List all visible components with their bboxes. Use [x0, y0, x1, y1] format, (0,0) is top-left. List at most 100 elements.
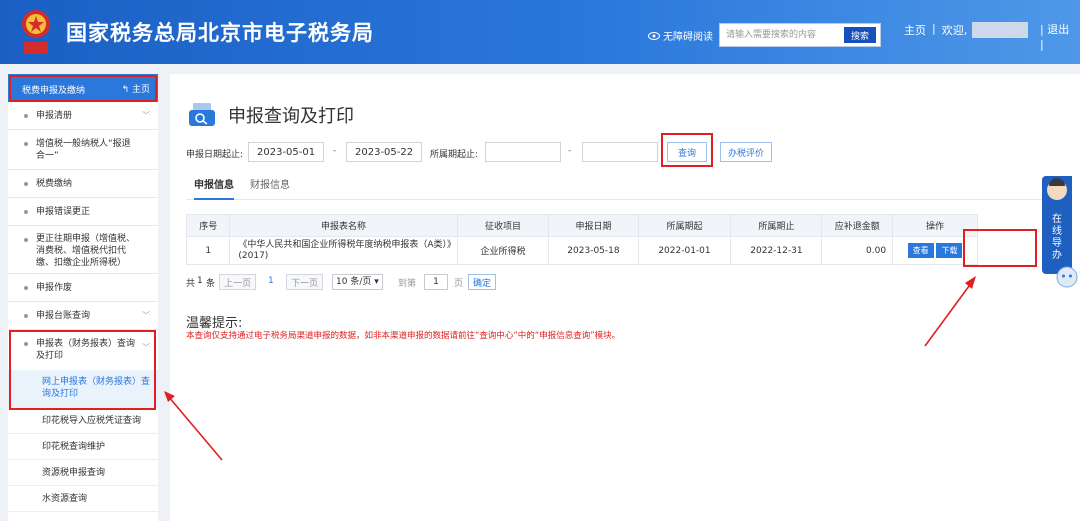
sidebar-subitem-label: 水资源查询 — [42, 494, 88, 504]
goto-page-input[interactable]: 1 — [424, 274, 448, 290]
cell-tax-item: 企业所得税 — [456, 236, 550, 265]
pager-total-suffix: 条 — [206, 279, 216, 289]
separator: | — [932, 22, 936, 35]
sidebar-subitem-label: 印花税导入应税凭证查询 — [42, 416, 142, 426]
pager-total: 1 — [197, 276, 203, 286]
accessibility-label: 无障碍阅读 — [663, 32, 713, 43]
bullet-icon — [24, 142, 28, 146]
annotation-box-sidebar-report — [9, 330, 156, 410]
sidebar-subitem-label: 印花税查询维护 — [42, 442, 106, 452]
site-title: 国家税务总局北京市电子税务局 — [66, 21, 374, 45]
column-header: 征收项目 — [456, 214, 550, 237]
cell-report-name: 《中华人民共和国企业所得税年度纳税申报表（A类）》(2017) — [229, 236, 458, 265]
filter-bar: 申报日期起止: - 所属期起止: - 查询 办税评价 — [186, 142, 1076, 164]
goto-confirm-button[interactable]: 确定 — [468, 274, 497, 290]
tab-financial-info[interactable]: 财报信息 — [250, 178, 290, 200]
cell-amount: 0.00 — [821, 236, 894, 265]
current-page[interactable]: 1 — [268, 276, 274, 286]
sidebar-item-label: 更正往期申报（增值税、消费税、增值税代扣代缴、扣缴企业所得税） — [36, 234, 136, 268]
home-link[interactable]: 主页 — [904, 22, 926, 38]
chevron-down-icon: ﹀ — [142, 311, 150, 320]
page-unit-label: 页 — [454, 279, 464, 289]
date-end-input[interactable] — [346, 142, 422, 162]
next-page-button[interactable]: 下一页 — [286, 274, 324, 290]
sidebar-item-label: 申报清册 — [36, 111, 73, 121]
table-header-row: 序号 申报表名称 征收项目 申报日期 所属期起 所属期止 应补退金额 操作 — [185, 214, 978, 237]
prev-page-button[interactable]: 上一页 — [219, 274, 257, 290]
accessibility-link[interactable]: 无障碍阅读 — [648, 28, 713, 43]
cell-report-date: 2023-05-18 — [548, 236, 639, 265]
period-end-input[interactable] — [582, 142, 658, 162]
top-links: 主页 | 欢迎, — [904, 22, 967, 38]
period-range-label: 所属期起止: — [430, 150, 479, 160]
chevron-down-icon: ﹀ — [142, 111, 150, 120]
column-header: 应补退金额 — [821, 214, 894, 237]
online-guide-widget[interactable]: 在线导办 — [1042, 176, 1072, 274]
bullet-icon — [24, 238, 28, 242]
username-redacted — [972, 22, 1028, 38]
sidebar-item-declaration-list[interactable]: 申报清册 ﹀ — [8, 102, 158, 130]
sidebar-item-past-correction[interactable]: 更正往期申报（增值税、消费税、增值税代扣代缴、扣缴企业所得税） — [8, 226, 158, 274]
service-agent-icon — [1047, 178, 1067, 200]
sidebar-item-label: 申报台账查询 — [36, 311, 91, 321]
table-row: 1 《中华人民共和国企业所得税年度纳税申报表（A类）》(2017) 企业所得税 … — [185, 236, 978, 265]
pager-total-prefix: 共 — [186, 279, 196, 289]
bullet-icon — [24, 114, 28, 118]
page-size-select[interactable]: 10 条/页 ▾ — [332, 274, 383, 290]
separator: | — [1040, 23, 1044, 36]
main-panel: 申报查询及打印 申报日期起止: - 所属期起止: - 查询 办税评价 申报信息 … — [170, 74, 1080, 521]
tab-bar: 申报信息 财报信息 — [186, 178, 1066, 200]
annotation-box-query — [661, 133, 713, 167]
search-box: 搜索 — [719, 23, 881, 47]
cell-period-start: 2022-01-01 — [637, 236, 732, 265]
cell-index: 1 — [185, 236, 231, 265]
sidebar-item-label: 申报作废 — [36, 283, 73, 293]
separator: | — [1040, 38, 1044, 51]
period-start-input[interactable] — [485, 142, 561, 162]
page-size-value: 10 条/页 — [336, 277, 372, 287]
search-input[interactable] — [720, 24, 842, 46]
declaration-table: 序号 申报表名称 征收项目 申报日期 所属期起 所属期止 应补退金额 操作 1 … — [185, 214, 978, 265]
top-header: 国家税务总局北京市电子税务局 无障碍阅读 搜索 主页 | 欢迎, | 退出 | — [0, 0, 1080, 64]
search-document-icon — [189, 103, 215, 126]
download-button[interactable]: 下载 — [936, 243, 963, 258]
assistant-robot-icon[interactable] — [1054, 264, 1080, 288]
sidebar: 税费申报及缴纳 ↰ 主页 申报清册 ﹀ 增值税一般纳税人“报退合一” 税费缴纳 … — [8, 74, 158, 521]
column-header: 所属期起 — [637, 214, 732, 237]
cell-period-end: 2022-12-31 — [730, 236, 823, 265]
sidebar-item-error-correction[interactable]: 申报错误更正 — [8, 198, 158, 226]
sidebar-subitem-stamp-maintenance[interactable]: 印花税查询维护 — [8, 434, 158, 460]
date-range-label: 申报日期起止: — [186, 150, 244, 160]
logout-link[interactable]: 退出 — [1047, 23, 1069, 36]
annotation-box-sidebar-header — [9, 75, 157, 102]
bullet-icon — [24, 210, 28, 214]
tax-emblem-icon — [22, 10, 50, 54]
date-start-input[interactable] — [248, 142, 324, 162]
tab-declaration-info[interactable]: 申报信息 — [194, 178, 234, 200]
sidebar-item-tax-payment[interactable]: 税费缴纳 — [8, 170, 158, 198]
range-dash: - — [333, 146, 337, 156]
dropdown-arrow-icon: ▾ — [374, 277, 379, 287]
column-header: 申报表名称 — [229, 214, 458, 237]
view-button[interactable]: 查看 — [907, 243, 934, 258]
sidebar-item-label: 增值税一般纳税人“报退合一” — [36, 139, 131, 161]
sidebar-subitem-resource-tax[interactable]: 资源税申报查询 — [8, 460, 158, 486]
welcome-text: 欢迎, — [941, 24, 968, 37]
column-header: 申报日期 — [548, 214, 639, 237]
logout-area: | 退出 | — [1040, 22, 1069, 52]
bullet-icon — [24, 314, 28, 318]
column-header: 序号 — [185, 214, 231, 237]
annotation-box-actions — [963, 229, 1037, 267]
sidebar-item-ledger-query[interactable]: 申报台账查询 ﹀ — [8, 302, 158, 330]
sidebar-item-vat-combined[interactable]: 增值税一般纳税人“报退合一” — [8, 130, 158, 170]
sidebar-item-void[interactable]: 申报作废 — [8, 274, 158, 302]
sidebar-subitem-label: 资源税申报查询 — [42, 468, 106, 478]
search-button[interactable]: 搜索 — [844, 27, 876, 43]
sidebar-item-label: 申报错误更正 — [36, 207, 91, 217]
sidebar-subitem-water-resource[interactable]: 水资源查询 — [8, 486, 158, 512]
online-guide-label: 在线导办 — [1052, 214, 1062, 261]
evaluate-button[interactable]: 办税评价 — [720, 142, 772, 162]
bullet-icon — [24, 182, 28, 186]
sidebar-subitem-stamp-import[interactable]: 印花税导入应税凭证查询 — [8, 408, 158, 434]
bullet-icon — [24, 286, 28, 290]
